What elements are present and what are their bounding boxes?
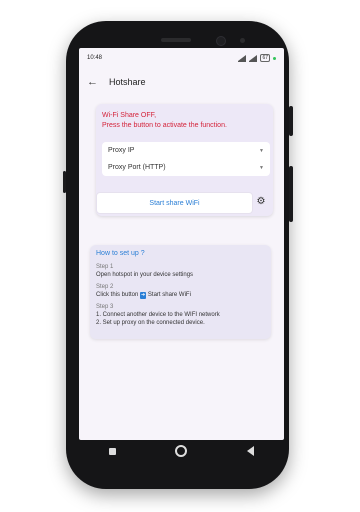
status-bar: 10:48 67 (79, 48, 284, 68)
power-button (289, 106, 293, 136)
status-time: 10:48 (87, 55, 103, 61)
share-status-line2: Press the button to activate the functio… (102, 122, 227, 129)
recents-icon[interactable] (108, 447, 116, 455)
start-share-button[interactable]: Start share WiFi (96, 192, 253, 214)
speaker-grille (161, 38, 191, 42)
howto-title: How to set up ? (96, 250, 145, 257)
proxy-port-label: Proxy Port (HTTP) (108, 164, 166, 171)
sensor-icon (240, 38, 245, 43)
step-text-before: Click this button (96, 292, 139, 298)
signal-icon (238, 54, 247, 62)
step-label: Step 1 (96, 264, 114, 270)
gear-icon[interactable]: ⚙ (255, 196, 267, 208)
arrow-right-icon: ➜ (140, 292, 147, 299)
share-status-line1: Wi-Fi Share OFF, (102, 112, 157, 119)
step-3: Step 3 1. Connect another device to the … (96, 303, 265, 327)
step-label: Step 2 (96, 284, 114, 290)
proxy-fields: Proxy IP ▼ Proxy Port (HTTP) ▼ (102, 142, 270, 176)
chevron-down-icon: ▼ (259, 164, 264, 171)
app-bar: ← Hotshare (79, 70, 284, 94)
proxy-ip-label: Proxy IP (108, 147, 135, 154)
front-camera-icon (216, 36, 226, 46)
step-line-1: 1. Connect another device to the WIFI ne… (96, 312, 220, 318)
step-line-2: 2. Set up proxy on the connected device. (96, 320, 205, 326)
step-2: Step 2 Click this button ➜ Start share W… (96, 283, 265, 299)
step-text-after: Start share WiFi (147, 292, 191, 298)
back-icon[interactable] (247, 446, 255, 456)
battery-icon: 67 (260, 54, 270, 62)
home-icon[interactable] (175, 445, 188, 457)
howto-card: How to set up ? Step 1 Open hotspot in y… (90, 245, 271, 339)
arrow-left-icon[interactable]: ← (87, 76, 105, 88)
share-status: Wi-Fi Share OFF, Press the button to act… (102, 111, 227, 131)
status-icons: 67 (238, 54, 276, 62)
step-text: Open hotspot in your device settings (96, 272, 194, 278)
proxy-ip-field[interactable]: Proxy IP ▼ (102, 142, 270, 159)
app-screen: 10:48 67 ← Hotshare Wi-Fi Share OFF, Pre… (79, 48, 284, 440)
step-text: Click this button ➜ Start share WiFi (96, 291, 265, 299)
system-nav-bar (79, 440, 284, 462)
page-title: Hotshare (109, 77, 146, 87)
side-key (63, 171, 66, 193)
step-1: Step 1 Open hotspot in your device setti… (96, 263, 265, 279)
chevron-down-icon: ▼ (259, 147, 264, 154)
step-label: Step 3 (96, 304, 114, 310)
volume-button (289, 166, 293, 222)
proxy-port-field[interactable]: Proxy Port (HTTP) ▼ (102, 159, 270, 176)
privacy-dot-icon (273, 56, 276, 60)
signal-icon-2 (249, 54, 258, 62)
